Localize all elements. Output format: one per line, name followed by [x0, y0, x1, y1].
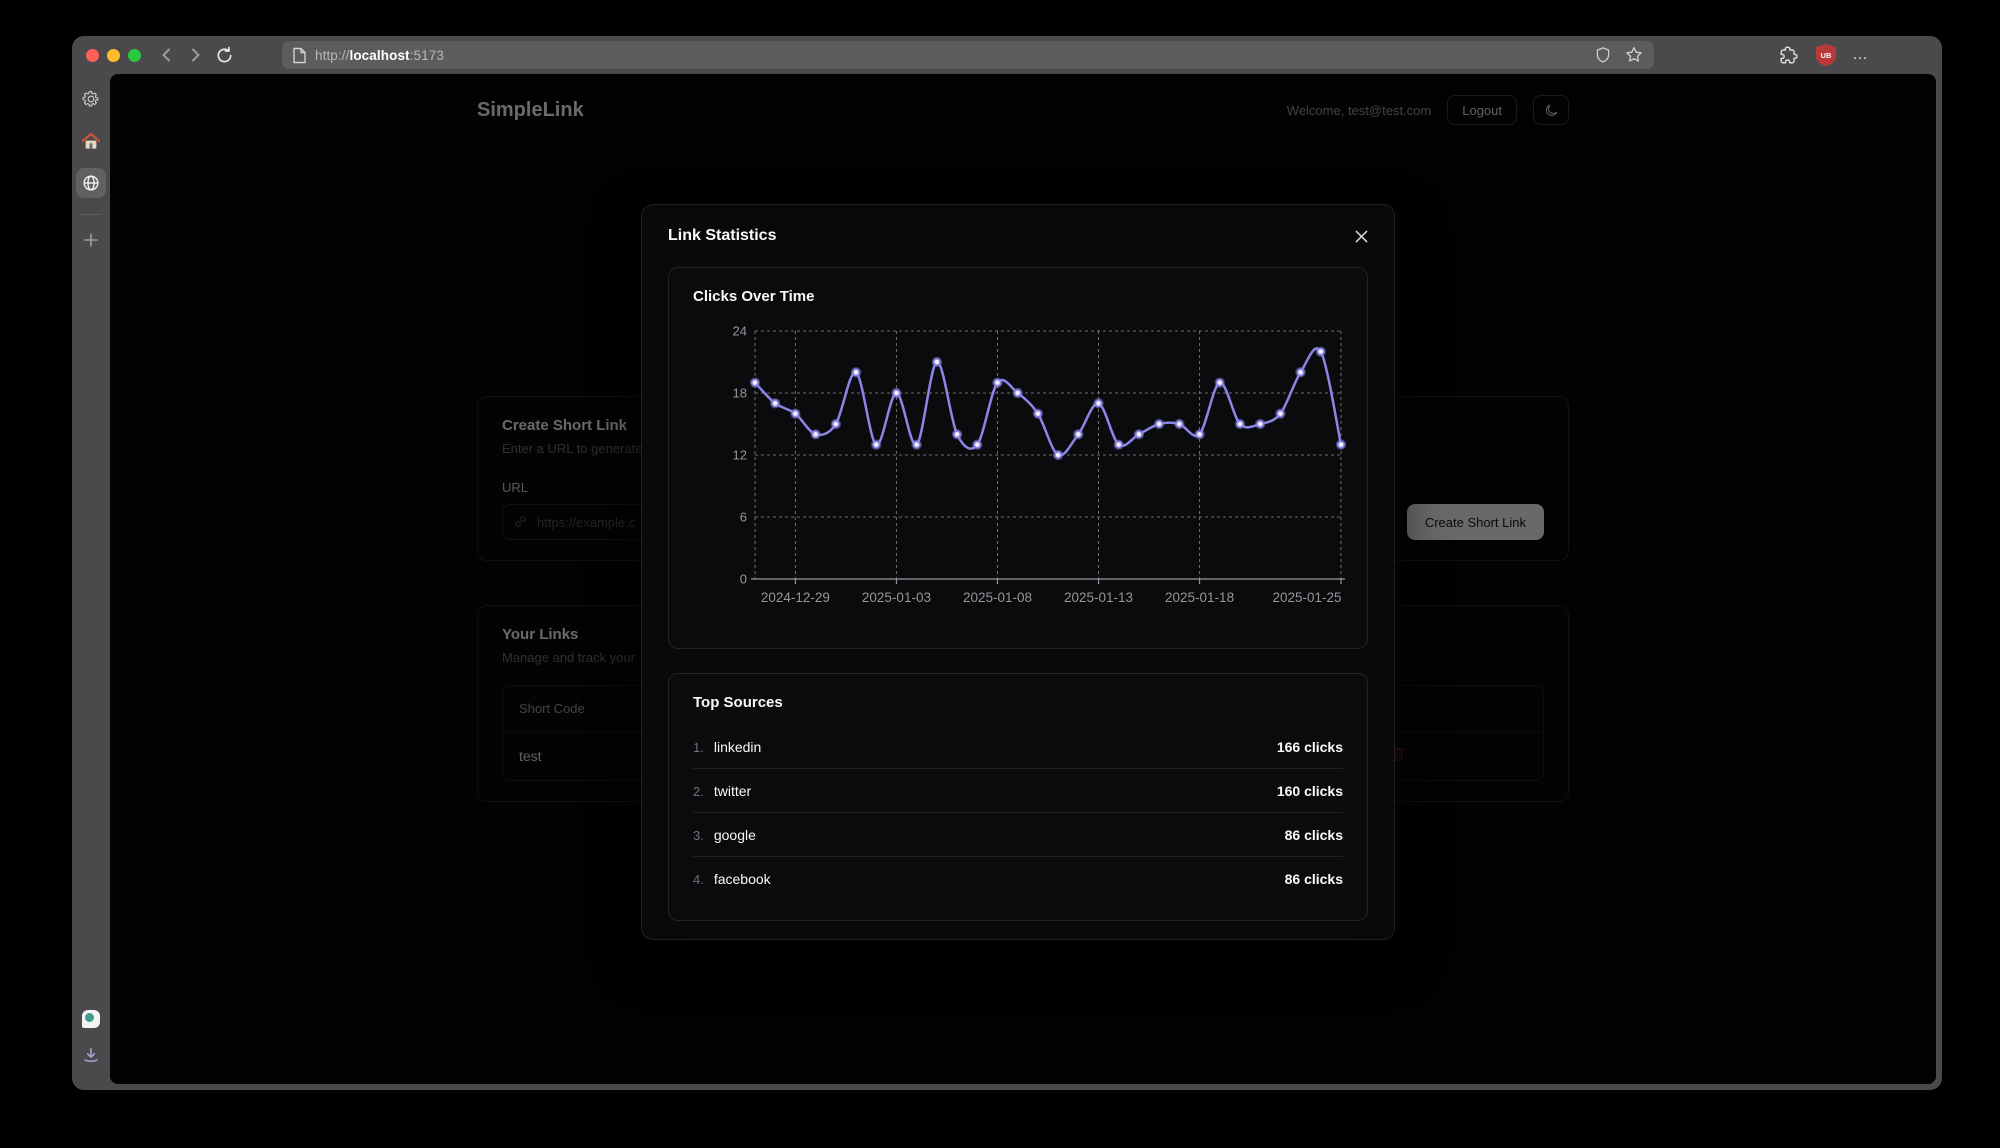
link-statistics-modal: Link Statistics Clicks Over Time 0 6 12 18 2… [641, 204, 1395, 940]
source-rank: 3. [693, 828, 704, 843]
page-viewport: SimpleLink Welcome, test@test.com Logout… [110, 74, 1936, 1084]
svg-text:2025-01-25: 2025-01-25 [1272, 590, 1341, 605]
reload-icon[interactable] [215, 46, 234, 65]
forward-icon[interactable] [187, 47, 203, 63]
source-rank: 1. [693, 740, 704, 755]
modal-title: Link Statistics [668, 227, 1368, 245]
svg-text:2024-12-29: 2024-12-29 [761, 590, 830, 605]
extensions-puzzle-icon[interactable] [1778, 44, 1800, 66]
traffic-lights [86, 49, 141, 62]
new-tab-plus-icon[interactable] [76, 225, 106, 255]
source-name: facebook [714, 871, 771, 887]
page-icon [292, 47, 307, 64]
clicks-over-time-chart: 0 6 12 18 24 2024-12-29 2025-01-03 2025-01-08 20… [693, 319, 1349, 611]
sources-section-title: Top Sources [693, 694, 1343, 711]
browser-window: http://localhost:5173 UB … [72, 36, 1942, 1090]
chart-section-title: Clicks Over Time [693, 288, 1343, 305]
close-button[interactable] [1348, 223, 1374, 249]
bookmark-star-icon[interactable] [1624, 45, 1644, 65]
source-name: twitter [714, 783, 751, 799]
close-window-button[interactable] [86, 49, 99, 62]
source-clicks: 86 clicks [1285, 871, 1343, 887]
svg-text:2025-01-08: 2025-01-08 [963, 590, 1032, 605]
adblock-shield-badge[interactable]: UB [1816, 44, 1836, 66]
sources-list: 1. linkedin 166 clicks 2. twitter 160 clicks 3… [693, 725, 1343, 901]
browser-toolbar: http://localhost:5173 UB … [72, 36, 1942, 74]
active-tab-globe-icon[interactable] [76, 168, 106, 198]
source-name: google [714, 827, 756, 843]
source-name: linkedin [714, 739, 761, 755]
source-rank: 4. [693, 872, 704, 887]
source-row: 2. twitter 160 clicks [693, 769, 1343, 813]
minimize-window-button[interactable] [107, 49, 120, 62]
svg-text:2025-01-13: 2025-01-13 [1064, 590, 1133, 605]
overflow-menu-icon[interactable]: … [1852, 50, 1870, 60]
url-bar[interactable]: http://localhost:5173 [282, 41, 1654, 69]
close-icon [1355, 230, 1368, 243]
source-rank: 2. [693, 784, 704, 799]
top-sources-section: Top Sources 1. linkedin 166 clicks 2. twitte… [668, 673, 1368, 921]
source-clicks: 166 clicks [1277, 739, 1343, 755]
svg-text:2025-01-18: 2025-01-18 [1165, 590, 1234, 605]
svg-text:12: 12 [733, 448, 747, 463]
source-row: 3. google 86 clicks [693, 813, 1343, 857]
clicks-over-time-section: Clicks Over Time 0 6 12 18 24 2024-12-29 2025-… [668, 267, 1368, 649]
sidebar-tabstrip [72, 74, 110, 1090]
source-row: 4. facebook 86 clicks [693, 857, 1343, 901]
settings-gear-icon[interactable] [76, 84, 106, 114]
downloads-icon[interactable] [82, 1046, 100, 1064]
pin-extension-icon[interactable] [82, 1010, 100, 1028]
back-icon[interactable] [159, 47, 175, 63]
home-icon[interactable] [76, 126, 106, 156]
url-text: http://localhost:5173 [315, 48, 444, 63]
svg-text:0: 0 [740, 572, 747, 587]
svg-text:24: 24 [733, 324, 747, 339]
tabstrip-divider [80, 214, 102, 215]
source-clicks: 160 clicks [1277, 783, 1343, 799]
source-clicks: 86 clicks [1285, 827, 1343, 843]
source-row: 1. linkedin 166 clicks [693, 725, 1343, 769]
shield-permissions-icon[interactable] [1594, 45, 1612, 65]
zoom-window-button[interactable] [128, 49, 141, 62]
svg-text:2025-01-03: 2025-01-03 [862, 590, 931, 605]
svg-text:18: 18 [733, 386, 747, 401]
svg-text:6: 6 [740, 510, 747, 525]
